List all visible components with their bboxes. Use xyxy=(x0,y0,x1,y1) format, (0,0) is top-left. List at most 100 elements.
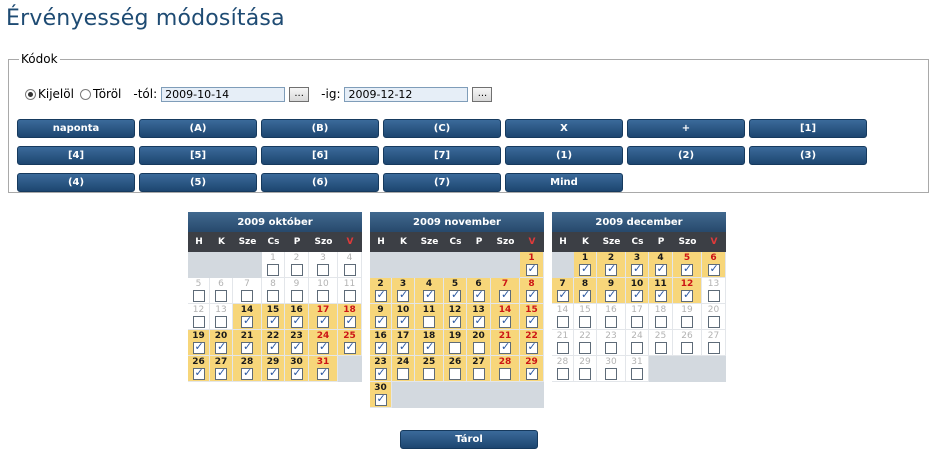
day-checkbox[interactable] xyxy=(267,340,279,354)
day-cell: 19 xyxy=(444,330,467,356)
day-checkbox[interactable] xyxy=(267,366,279,380)
code-button[interactable]: (5) xyxy=(139,173,257,192)
code-button[interactable]: [7] xyxy=(383,146,501,165)
day-checkbox[interactable] xyxy=(472,368,485,380)
to-date-input[interactable]: 2009-12-12 xyxy=(344,86,469,102)
day-checkbox[interactable] xyxy=(681,262,693,276)
day-checkbox[interactable] xyxy=(343,340,356,354)
code-button[interactable]: (7) xyxy=(383,173,501,192)
day-checkbox[interactable] xyxy=(317,340,329,354)
day-checkbox[interactable] xyxy=(241,340,253,354)
day-checkbox[interactable] xyxy=(317,314,329,328)
day-checkbox[interactable] xyxy=(267,314,279,328)
day-checkbox[interactable] xyxy=(449,368,461,380)
day-checkbox[interactable] xyxy=(215,366,227,380)
day-checkbox[interactable] xyxy=(423,316,435,328)
day-cell: 25 xyxy=(415,356,444,382)
day-checkbox[interactable] xyxy=(525,288,538,302)
day-checkbox[interactable] xyxy=(605,262,617,276)
day-checkbox[interactable] xyxy=(449,342,461,354)
to-date-picker-button[interactable]: ... xyxy=(472,86,493,102)
day-checkbox[interactable] xyxy=(397,368,409,380)
day-checkbox[interactable] xyxy=(423,340,435,354)
day-checkbox xyxy=(215,290,227,302)
day-cell: 10 xyxy=(626,278,649,304)
day-checkbox[interactable] xyxy=(499,340,511,354)
code-button[interactable]: (4) xyxy=(17,173,135,192)
code-button[interactable]: (A) xyxy=(139,119,257,138)
day-checkbox[interactable] xyxy=(605,288,617,302)
day-checkbox[interactable] xyxy=(499,368,511,380)
day-checkbox[interactable] xyxy=(374,314,387,328)
day-checkbox[interactable] xyxy=(290,366,303,380)
day-checkbox[interactable] xyxy=(707,262,720,276)
day-checkbox[interactable] xyxy=(579,288,591,302)
day-number: 24 xyxy=(396,357,410,367)
day-checkbox[interactable] xyxy=(241,366,253,380)
code-button[interactable]: [4] xyxy=(17,146,135,165)
code-button[interactable]: (6) xyxy=(261,173,379,192)
day-checkbox[interactable] xyxy=(423,368,435,380)
day-checkbox[interactable] xyxy=(472,288,485,302)
day-checkbox[interactable] xyxy=(556,288,569,302)
from-date-input[interactable]: 2009-10-14 xyxy=(161,86,286,102)
day-checkbox[interactable] xyxy=(631,262,643,276)
day-checkbox[interactable] xyxy=(215,340,227,354)
day-cell: 26 xyxy=(673,330,702,356)
code-button[interactable]: + xyxy=(627,119,745,138)
day-checkbox[interactable] xyxy=(681,288,693,302)
day-checkbox[interactable] xyxy=(631,288,643,302)
code-button[interactable]: (C) xyxy=(383,119,501,138)
day-checkbox[interactable] xyxy=(374,288,387,302)
day-checkbox[interactable] xyxy=(449,288,461,302)
from-date-picker-button[interactable]: ... xyxy=(289,86,310,102)
day-checkbox[interactable] xyxy=(579,262,591,276)
day-checkbox[interactable] xyxy=(397,340,409,354)
day-checkbox xyxy=(631,342,643,354)
day-checkbox[interactable] xyxy=(525,314,538,328)
day-checkbox[interactable] xyxy=(654,288,667,302)
day-checkbox[interactable] xyxy=(374,366,387,380)
day-checkbox[interactable] xyxy=(397,314,409,328)
day-checkbox[interactable] xyxy=(290,340,303,354)
day-checkbox[interactable] xyxy=(525,340,538,354)
day-checkbox[interactable] xyxy=(374,392,387,406)
day-checkbox[interactable] xyxy=(525,262,538,276)
day-checkbox[interactable] xyxy=(343,314,356,328)
day-checkbox[interactable] xyxy=(499,288,511,302)
day-cell: 15 xyxy=(520,304,544,330)
code-button[interactable]: (3) xyxy=(749,146,867,165)
day-checkbox[interactable] xyxy=(397,288,409,302)
code-button[interactable]: naponta xyxy=(17,119,135,138)
delete-radio[interactable] xyxy=(79,88,91,100)
day-checkbox[interactable] xyxy=(654,262,667,276)
day-checkbox[interactable] xyxy=(290,314,303,328)
code-button[interactable]: (1) xyxy=(505,146,623,165)
day-checkbox[interactable] xyxy=(192,366,205,380)
day-cell: 28 xyxy=(233,356,262,382)
day-checkbox[interactable] xyxy=(317,366,329,380)
day-checkbox[interactable] xyxy=(472,342,485,354)
day-checkbox[interactable] xyxy=(374,340,387,354)
code-button[interactable]: X xyxy=(505,119,623,138)
day-number: 4 xyxy=(346,253,353,263)
code-button[interactable]: (B) xyxy=(261,119,379,138)
day-checkbox[interactable] xyxy=(449,314,461,328)
day-cell: 5 xyxy=(444,278,467,304)
select-radio[interactable] xyxy=(25,88,36,100)
code-button[interactable]: [6] xyxy=(261,146,379,165)
code-button[interactable]: (2) xyxy=(627,146,745,165)
day-number: 5 xyxy=(195,279,202,289)
code-button[interactable]: [5] xyxy=(139,146,257,165)
day-checkbox[interactable] xyxy=(525,366,538,380)
empty-day-cell xyxy=(702,356,726,382)
code-button[interactable]: Mind xyxy=(505,173,623,192)
day-checkbox[interactable] xyxy=(472,314,485,328)
day-checkbox xyxy=(317,264,329,276)
save-button[interactable]: Tárol xyxy=(400,430,538,449)
day-checkbox[interactable] xyxy=(192,340,205,354)
day-checkbox[interactable] xyxy=(423,288,435,302)
day-checkbox[interactable] xyxy=(499,314,511,328)
code-button[interactable]: [1] xyxy=(749,119,867,138)
day-checkbox[interactable] xyxy=(241,314,253,328)
